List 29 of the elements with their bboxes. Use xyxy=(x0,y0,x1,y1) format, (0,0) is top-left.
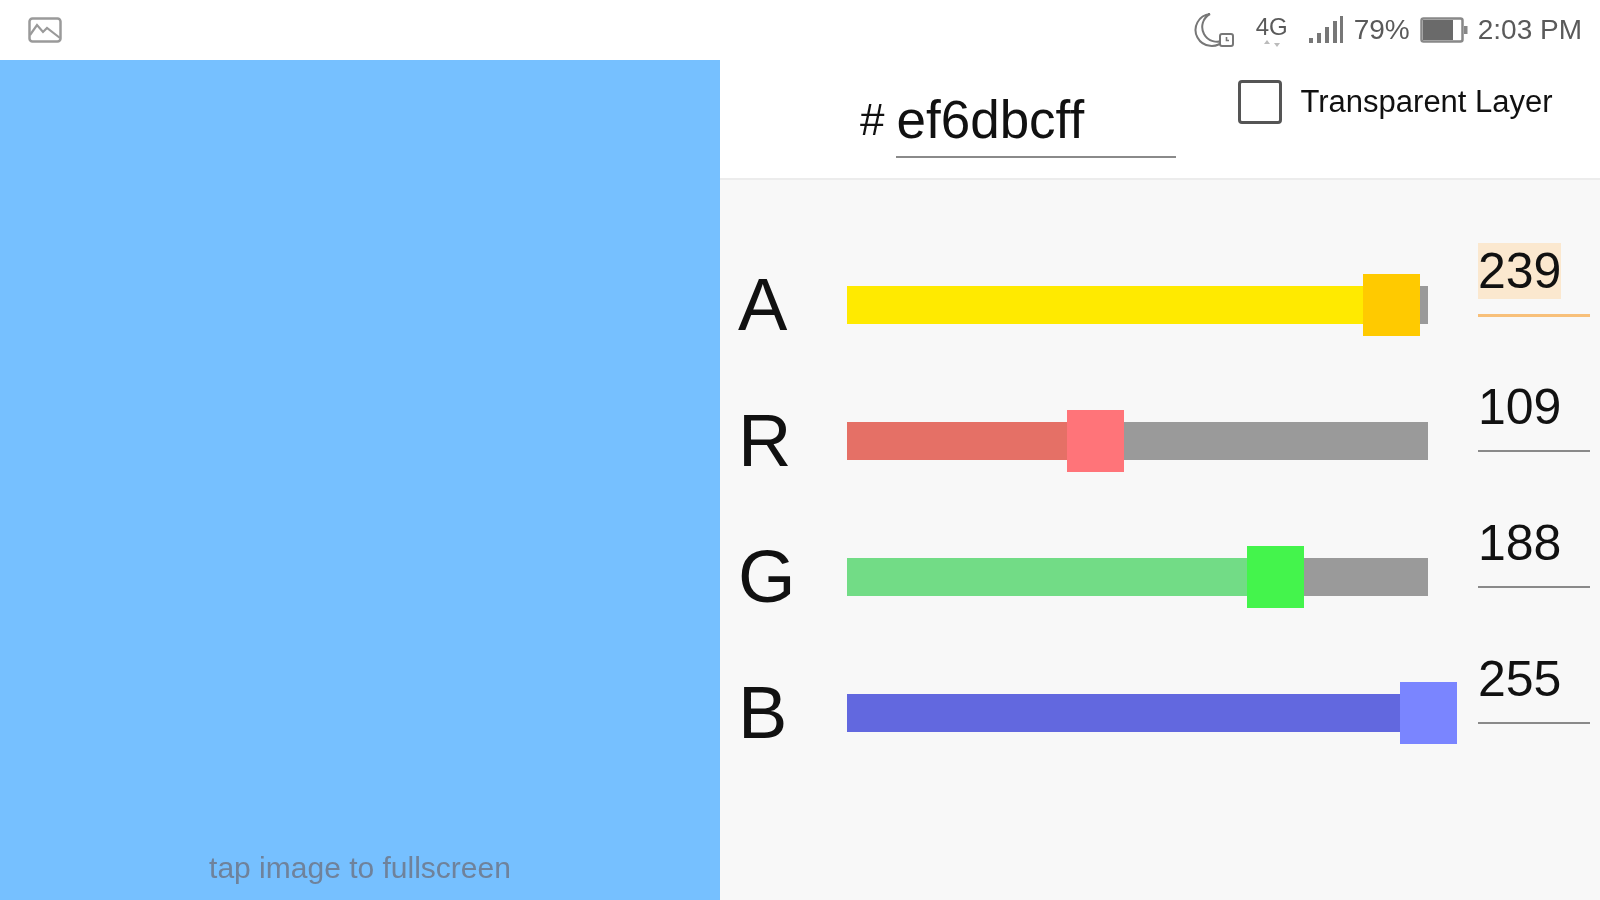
slider-thumb[interactable] xyxy=(1362,274,1420,336)
channel-label: R xyxy=(738,404,793,478)
slider-fill[interactable] xyxy=(847,558,1247,596)
hex-input[interactable]: ef6dbcff xyxy=(896,90,1177,158)
slider-fill[interactable] xyxy=(847,286,1363,324)
slider-thumb[interactable] xyxy=(1399,682,1457,744)
value-input[interactable]: 109 xyxy=(1478,376,1590,452)
slider-fill[interactable] xyxy=(847,694,1400,732)
image-icon xyxy=(28,17,62,43)
clock-time: 2:03 PM xyxy=(1477,14,1582,46)
slider-thumb[interactable] xyxy=(1246,546,1304,608)
slider-track[interactable] xyxy=(1419,286,1428,324)
value-input[interactable]: 188 xyxy=(1478,512,1590,588)
battery-percent: 79% xyxy=(1353,14,1410,46)
slider-fill[interactable] xyxy=(847,422,1067,460)
channel-label: G xyxy=(738,540,797,614)
network-type-label: 4G xyxy=(1255,13,1288,40)
checkbox-label: Transparent Layer xyxy=(1300,84,1553,120)
channel-label: B xyxy=(738,676,789,750)
slider-thumb[interactable] xyxy=(1066,410,1124,472)
battery-icon xyxy=(1419,17,1468,43)
hash-label: # xyxy=(860,94,885,146)
data-arrows-icon xyxy=(1263,39,1280,47)
signal-icon xyxy=(1307,16,1344,44)
channel-label: A xyxy=(738,268,789,342)
fullscreen-hint: tap image to fullscreen xyxy=(209,850,511,886)
value-input[interactable]: 255 xyxy=(1478,648,1590,724)
moon-clock-icon xyxy=(1193,12,1236,48)
checkbox[interactable] xyxy=(1238,80,1283,124)
